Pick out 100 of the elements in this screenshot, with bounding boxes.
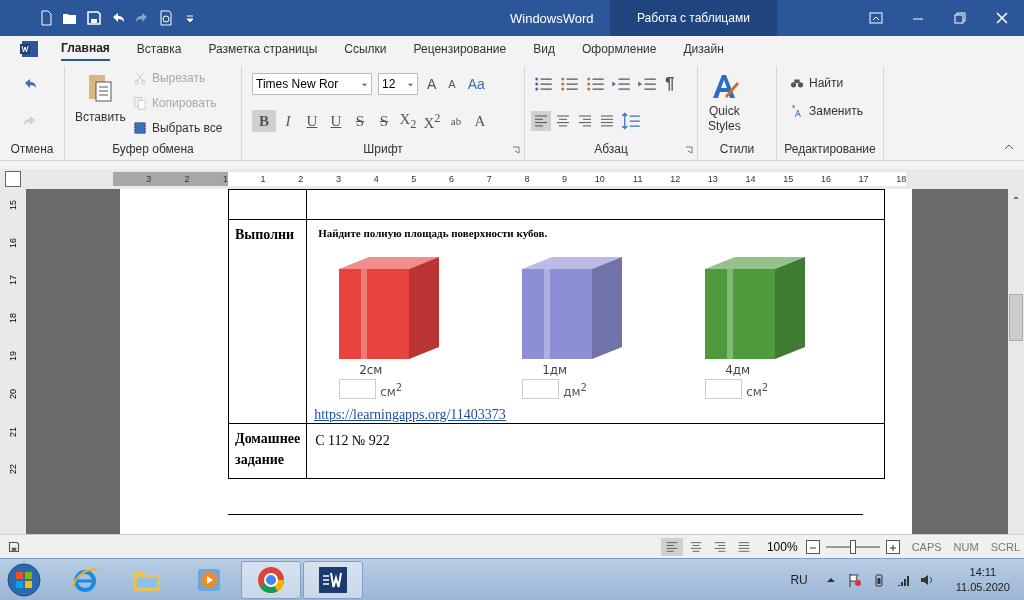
format-button[interactable]: B xyxy=(252,110,276,133)
ribbon-tab[interactable]: Вставка xyxy=(136,37,182,60)
ribbon-display-icon[interactable] xyxy=(868,10,884,26)
ruler-number: 3 xyxy=(334,172,341,186)
window-title: WindowsWord xyxy=(510,10,595,26)
align-right-icon xyxy=(577,113,593,130)
ruler-number: 16 xyxy=(7,237,19,248)
zoom-in-button[interactable] xyxy=(885,539,900,554)
status-indicator: NUM xyxy=(953,540,979,553)
row-label: Домашнее задание xyxy=(234,429,302,469)
align-left-button[interactable] xyxy=(531,111,551,132)
ribbon-tab[interactable]: Рецензирование xyxy=(413,37,507,60)
side-length-label: 1дм xyxy=(542,362,568,377)
app-logo-icon[interactable] xyxy=(19,38,39,59)
ruler-number: 12 xyxy=(669,172,681,186)
new-document-icon[interactable] xyxy=(38,10,54,26)
slider-thumb[interactable] xyxy=(849,539,856,554)
side-length-label: 4дм xyxy=(725,362,751,377)
ruler-number: 17 xyxy=(857,172,869,186)
flag-icon[interactable] xyxy=(847,572,862,587)
format-button[interactable]: S xyxy=(348,110,372,133)
ruler-number: 15 xyxy=(782,172,794,186)
format-button[interactable]: U xyxy=(324,110,348,133)
copy-icon xyxy=(132,95,147,110)
homework-text: С 112 № 922 xyxy=(314,431,391,450)
start-button-icon[interactable] xyxy=(6,561,42,598)
save-icon[interactable] xyxy=(8,540,20,553)
shrink-font-button[interactable]: A xyxy=(445,78,459,91)
restore-icon[interactable] xyxy=(952,10,968,26)
replace-button[interactable]: Заменить xyxy=(787,101,866,120)
ruler-number: 9 xyxy=(561,172,568,186)
volume-icon[interactable] xyxy=(919,572,934,587)
language-indicator[interactable]: RU xyxy=(790,572,808,587)
ruler-number: 11 xyxy=(632,172,643,186)
quick-styles-button[interactable]: Quick Styles xyxy=(704,65,745,140)
grow-font-button[interactable]: A xyxy=(424,76,440,93)
ruler-number: 5 xyxy=(410,172,417,186)
font-size-field[interactable]: 12 xyxy=(378,73,418,96)
paste-button[interactable]: Вставить xyxy=(71,65,130,140)
show-formatting-button[interactable]: ¶ xyxy=(661,74,679,95)
dialog-launcher-icon[interactable] xyxy=(512,145,520,154)
ruler-number: 20 xyxy=(7,388,19,399)
ruler-number: 4 xyxy=(372,172,379,186)
group-label: Отмена xyxy=(10,141,54,156)
unit-label: см$^{2}$ xyxy=(380,381,403,399)
ribbon-tab[interactable]: Оформление xyxy=(581,37,657,60)
format-button[interactable]: X$_{2}$ xyxy=(396,110,420,133)
scissors-icon xyxy=(132,71,147,86)
format-button[interactable]: X$^{2}$ xyxy=(420,110,444,133)
vertical-scrollbar[interactable] xyxy=(1008,188,1024,535)
ruler-number: 3 xyxy=(145,172,152,186)
scroll-thumb[interactable] xyxy=(1009,293,1023,341)
tab-selector[interactable] xyxy=(5,170,21,187)
format-button[interactable]: U xyxy=(300,110,324,133)
ruler-number: 2 xyxy=(297,172,304,186)
clock[interactable]: 14:11 11.05.2020 xyxy=(955,564,1010,595)
change-case-button[interactable]: Aa xyxy=(464,76,488,93)
ruler-number: 18 xyxy=(895,172,907,186)
format-button[interactable]: A xyxy=(468,110,492,133)
unit-label: дм$^{2}$ xyxy=(563,381,587,399)
link[interactable]: https://learningapps.org/11403373 xyxy=(314,406,506,423)
group-label: Стили xyxy=(719,141,755,156)
ribbon-tab[interactable]: Ссылки xyxy=(344,37,387,60)
dialog-launcher-icon[interactable] xyxy=(685,145,693,154)
status-indicator: SCRL xyxy=(990,540,1020,553)
align-left-button[interactable] xyxy=(660,537,683,556)
ruler-number: 18 xyxy=(7,313,19,324)
align-center-icon xyxy=(555,113,571,130)
group-label: Абзац xyxy=(594,141,628,156)
row-label: Выполни xyxy=(234,225,296,244)
ribbon-tab[interactable]: Дизайн xyxy=(683,37,724,60)
side-length-label: 2см xyxy=(359,362,383,377)
group-label: Шрифт xyxy=(363,141,403,156)
font-name-field[interactable]: Times New Ror xyxy=(252,73,372,96)
ruler-number: 22 xyxy=(7,464,19,475)
zoom-level: 100% xyxy=(766,539,798,554)
ruler-number: 7 xyxy=(485,172,492,186)
status-indicator: CAPS xyxy=(911,540,942,553)
print-preview-icon[interactable] xyxy=(158,10,174,26)
select-all-button[interactable]: Выбрать все xyxy=(129,118,226,137)
unit-label: см$^{2}$ xyxy=(746,381,769,399)
ruler-number: 16 xyxy=(819,172,831,186)
ruler-number: 8 xyxy=(523,172,530,186)
taskbar-app[interactable] xyxy=(303,560,363,599)
format-button[interactable]: ab xyxy=(444,110,468,133)
task-text: Найдите полную площадь поверхности кубов. xyxy=(318,226,549,239)
contextual-tab-title: Работа с таблицами xyxy=(610,0,777,36)
ribbon-tab[interactable]: Главная xyxy=(61,36,110,61)
close-icon[interactable] xyxy=(994,10,1010,26)
ruler-number: 14 xyxy=(744,172,756,186)
ruler-number: 1 xyxy=(259,172,266,186)
zoom-out-button[interactable] xyxy=(805,539,820,554)
format-button[interactable]: S xyxy=(372,110,396,133)
ribbon-tab[interactable]: Вид xyxy=(533,37,555,60)
replace-icon xyxy=(790,103,804,118)
ruler-number: 17 xyxy=(7,275,19,286)
ribbon-tab[interactable]: Разметка страницы xyxy=(208,37,318,60)
find-button[interactable]: Найти xyxy=(787,73,866,92)
format-button[interactable]: I xyxy=(276,110,300,133)
ruler-number: 1 xyxy=(221,172,228,186)
